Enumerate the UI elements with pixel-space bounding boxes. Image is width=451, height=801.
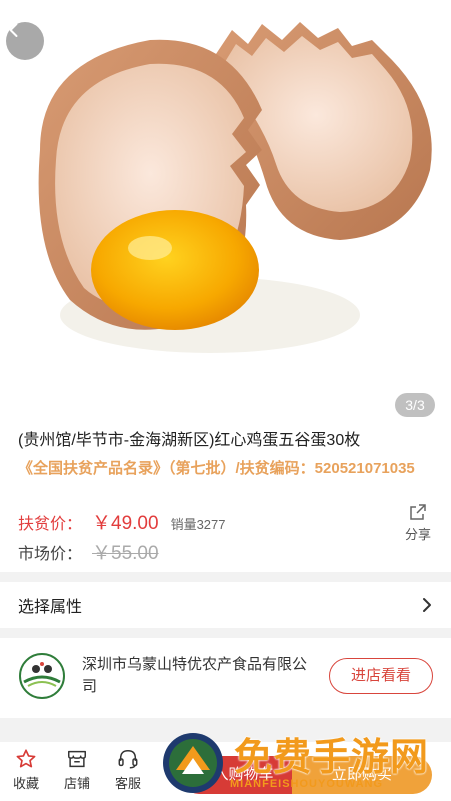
price-value: ￥49.00 xyxy=(92,513,159,534)
back-button[interactable] xyxy=(6,22,44,60)
buy-now-button[interactable]: 立即购买 xyxy=(292,756,432,794)
share-button[interactable]: 分享 xyxy=(403,502,433,543)
select-attributes-label: 选择属性 xyxy=(18,599,83,616)
market-price-value: ￥55.00 xyxy=(92,543,159,564)
image-counter: 3/3 xyxy=(395,393,435,417)
product-title: (贵州馆/毕节市-金海湖新区)红心鸡蛋五谷蛋30枚 xyxy=(18,432,361,449)
star-icon xyxy=(16,749,36,768)
share-label: 分享 xyxy=(404,527,431,542)
headset-icon xyxy=(118,750,138,769)
visit-store-button[interactable]: 进店看看 xyxy=(329,658,433,694)
customer-service-label: 客服 xyxy=(114,776,141,791)
sales-count: 销量3277 xyxy=(170,517,226,532)
product-info: (贵州馆/毕节市-金海湖新区)红心鸡蛋五谷蛋30枚 《全国扶贫产品名录》（第七批… xyxy=(0,424,451,572)
product-image[interactable]: 3/3 xyxy=(0,0,451,424)
store-card: 深圳市乌蒙山特优农产食品有限公司 进店看看 xyxy=(0,638,451,718)
favorite-label: 收藏 xyxy=(12,776,39,791)
chevron-right-icon xyxy=(423,598,431,612)
bottom-action-bar: 收藏 店铺 客服 加入购物车 立即购买 xyxy=(0,742,451,801)
add-to-cart-button[interactable]: 加入购物车 xyxy=(180,756,292,794)
product-subtitle: 《全国扶贫产品名录》（第七批）/扶贫编码：520521071035 xyxy=(18,460,415,477)
select-attributes-row[interactable]: 选择属性 xyxy=(0,582,451,628)
market-price-row: 市场价： ￥55.00 xyxy=(18,538,159,564)
market-price-label: 市场价： xyxy=(18,546,83,563)
egg-illustration xyxy=(38,22,432,353)
price-label: 扶贫价： xyxy=(18,516,83,533)
store-name: 深圳市乌蒙山特优农产食品有限公司 xyxy=(82,656,308,695)
store-icon xyxy=(68,750,86,768)
shop-label: 店铺 xyxy=(63,776,90,791)
store-logo xyxy=(19,653,65,699)
favorite-button[interactable]: 收藏 xyxy=(6,748,46,792)
share-icon xyxy=(410,504,426,520)
price-row: 扶贫价： ￥49.00 销量3277 xyxy=(18,508,225,534)
chevron-left-icon xyxy=(9,23,18,37)
shop-button[interactable]: 店铺 xyxy=(57,748,97,792)
customer-service-button[interactable]: 客服 xyxy=(108,748,148,792)
